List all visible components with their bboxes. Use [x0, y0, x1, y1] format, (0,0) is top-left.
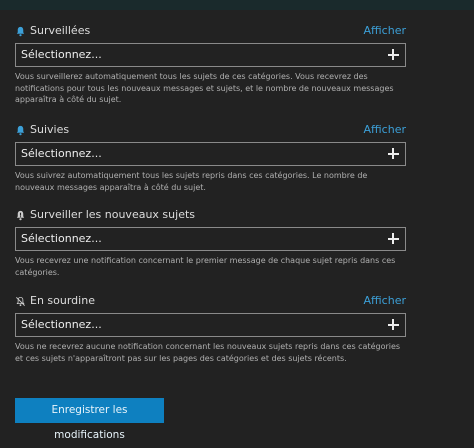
bell-icon: [16, 125, 25, 136]
section-header: Surveillées Afficher: [15, 24, 406, 40]
top-bar: [0, 0, 474, 10]
plus-icon[interactable]: [388, 148, 399, 159]
bell-exclamation-icon: [16, 210, 25, 221]
section-title: Surveiller les nouveaux sujets: [30, 208, 195, 221]
bell-slash-icon: [16, 296, 25, 307]
section-description: Vous ne recevrez aucune notification con…: [15, 342, 401, 363]
category-selector[interactable]: Sélectionnez...: [15, 142, 406, 166]
category-selector[interactable]: Sélectionnez...: [15, 313, 406, 337]
section-description: Vous recevrez une notification concernan…: [15, 256, 396, 277]
section-title: Surveillées: [30, 24, 91, 37]
section-description: Vous suivrez automatiquement tous les su…: [15, 171, 368, 192]
section-header: Suivies Afficher: [15, 123, 406, 139]
section-header: En sourdine Afficher: [15, 294, 406, 310]
category-selector[interactable]: Sélectionnez...: [15, 227, 406, 251]
section-watching: Surveillées Afficher Sélectionnez... Vou…: [15, 24, 406, 106]
category-selector[interactable]: Sélectionnez...: [15, 43, 406, 67]
section-watching-first-post: Surveiller les nouveaux sujets Sélection…: [15, 208, 406, 278]
plus-icon[interactable]: [388, 233, 399, 244]
selector-placeholder: Sélectionnez...: [21, 318, 102, 331]
save-changes-button[interactable]: Enregistrer les modifications: [15, 398, 164, 441]
show-link[interactable]: Afficher: [364, 294, 406, 308]
selector-placeholder: Sélectionnez...: [21, 48, 102, 61]
section-description: Vous surveillerez automatiquement tous l…: [15, 72, 394, 104]
section-title: En sourdine: [30, 294, 95, 307]
plus-icon[interactable]: [388, 319, 399, 330]
bell-icon: [16, 26, 25, 37]
selector-placeholder: Sélectionnez...: [21, 232, 102, 245]
selector-placeholder: Sélectionnez...: [21, 147, 102, 160]
section-title: Suivies: [30, 123, 70, 136]
section-muted: En sourdine Afficher Sélectionnez... Vou…: [15, 294, 406, 364]
show-link[interactable]: Afficher: [364, 24, 406, 38]
show-link[interactable]: Afficher: [364, 123, 406, 137]
plus-icon[interactable]: [388, 49, 399, 60]
section-tracking: Suivies Afficher Sélectionnez... Vous su…: [15, 123, 406, 193]
section-header: Surveiller les nouveaux sujets: [15, 208, 406, 224]
